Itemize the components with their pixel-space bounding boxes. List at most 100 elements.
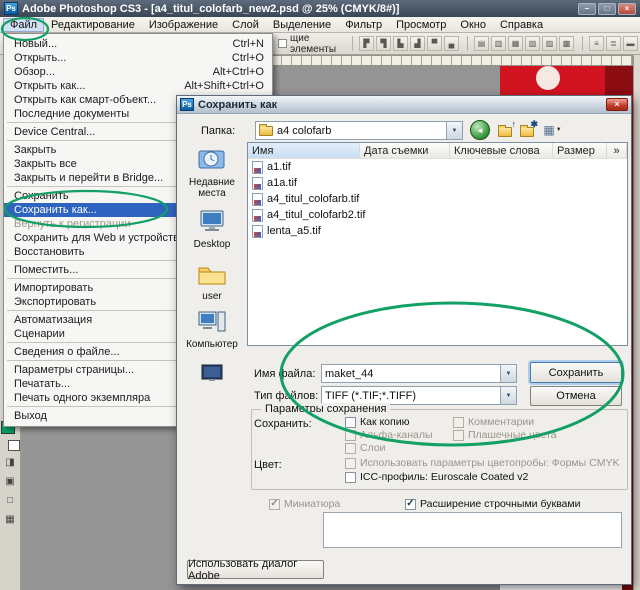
checkbox-box (453, 430, 464, 441)
dialog-title-bar[interactable]: Ps Сохранить как × (177, 96, 631, 114)
divider (582, 36, 583, 51)
file-row[interactable]: a4_titul_colofarb2.tif (248, 207, 627, 223)
place-desktop[interactable]: Desktop (181, 208, 243, 250)
column-keywords[interactable]: Ключевые слова (450, 143, 553, 158)
checkbox-box (453, 417, 464, 428)
checkbox-label: Комментарии (468, 416, 534, 428)
align-icon[interactable]: ▀ (427, 36, 442, 51)
menu-help[interactable]: Справка (493, 18, 550, 32)
checkbox-box (278, 39, 287, 48)
cancel-button[interactable]: Отмена (530, 386, 622, 406)
restore-button[interactable]: □ (598, 3, 616, 15)
file-name: a1a.tif (267, 177, 297, 189)
column-name[interactable]: Имя (248, 143, 360, 158)
distribute-icon[interactable]: ▧ (525, 36, 540, 51)
distribute-icon[interactable]: ▤ (474, 36, 489, 51)
dock-icon[interactable]: ▬ (623, 36, 638, 51)
place-computer[interactable]: Компьютер (181, 308, 243, 350)
title-bar[interactable]: Ps Adobe Photoshop CS3 - [a4_titul_colof… (0, 0, 640, 17)
distribute-icon[interactable]: ▥ (491, 36, 506, 51)
place-label: Компьютер (186, 339, 238, 350)
save-button[interactable]: Сохранить (530, 362, 622, 383)
menu-item-open[interactable]: Открыть...Ctrl+O (4, 51, 272, 65)
menu-item-new[interactable]: Новый...Ctrl+N (4, 37, 272, 51)
checkbox-box: ✓ (405, 499, 416, 510)
dock-icon[interactable]: ≡ (589, 36, 604, 51)
distribute-icon[interactable]: ▨ (542, 36, 557, 51)
column-date-taken[interactable]: Дата съемки (360, 143, 450, 158)
checkbox-label: Слои (360, 442, 386, 454)
file-row[interactable]: a1a.tif (248, 175, 627, 191)
menu-file[interactable]: Файл (3, 18, 44, 32)
views-icon[interactable]: ▦ ▼ (540, 120, 565, 140)
chevron-down-icon[interactable]: ▼ (500, 387, 516, 404)
file-name: a4_titul_colofarb2.tif (267, 209, 365, 221)
save-options-group-label: Параметры сохранения (261, 403, 390, 415)
align-icon[interactable]: ▄ (444, 36, 459, 51)
screen-mode-icon[interactable]: ▦ (2, 512, 19, 529)
checkbox-label: Использовать параметры цветопробы: Формы… (360, 457, 619, 469)
close-button[interactable]: × (618, 3, 636, 15)
screen-mode-icon[interactable]: □ (2, 493, 19, 510)
screen-mode-icon[interactable]: ▣ (2, 474, 19, 491)
new-folder-icon[interactable]: ✱ (518, 120, 538, 140)
menu-bar: Файл Редактирование Изображение Слой Выд… (0, 17, 640, 33)
folder-icon (259, 126, 273, 136)
menu-image[interactable]: Изображение (142, 18, 225, 32)
annotations-checkbox: Комментарии (453, 416, 534, 428)
quick-mask-icon[interactable]: ◨ (2, 455, 19, 472)
description-field[interactable] (323, 512, 622, 548)
align-icon[interactable]: ▛ (359, 36, 374, 51)
menu-item-browse[interactable]: Обзор...Alt+Ctrl+O (4, 65, 272, 79)
chevron-down-icon[interactable]: ▼ (446, 122, 462, 139)
checkbox-box (345, 443, 356, 454)
use-adobe-dialog-button[interactable]: Использовать диалог Adobe (187, 560, 324, 579)
filename-input[interactable]: maket_44 ▼ (321, 364, 517, 383)
folder-combo[interactable]: a4 colofarb ▼ (255, 121, 463, 140)
window-controls: – □ × (578, 3, 636, 15)
align-icon[interactable]: ▜ (376, 36, 391, 51)
file-list: Имя Дата съемки Ключевые слова Размер » … (247, 142, 628, 346)
up-folder-icon[interactable]: ↑ (496, 120, 516, 140)
column-size[interactable]: Размер (553, 143, 607, 158)
menu-filter[interactable]: Фильтр (338, 18, 389, 32)
menu-window[interactable]: Окно (453, 18, 493, 32)
align-icon[interactable]: ▟ (410, 36, 425, 51)
chevron-down-icon: ▼ (556, 127, 562, 133)
place-network[interactable] (181, 362, 243, 389)
dock-icon[interactable]: ≣ (606, 36, 621, 51)
chevron-down-icon[interactable]: ▼ (500, 365, 516, 382)
align-icon[interactable]: ▙ (393, 36, 408, 51)
file-row[interactable]: a4_titul_colofarb.tif (248, 191, 627, 207)
checkbox-box: ✓ (269, 499, 280, 510)
column-chevron[interactable]: » (607, 143, 627, 158)
distribute-icon[interactable]: ▩ (559, 36, 574, 51)
menu-layer[interactable]: Слой (225, 18, 266, 32)
recent-places-icon (197, 146, 227, 175)
menu-shortcut: Ctrl+N (233, 38, 264, 50)
file-row[interactable]: a1.tif (248, 159, 627, 175)
checkbox-label: ICC-профиль: Euroscale Coated v2 (360, 471, 528, 483)
menu-edit[interactable]: Редактирование (44, 18, 142, 32)
minimize-button[interactable]: – (578, 3, 596, 15)
place-user[interactable]: user (181, 262, 243, 302)
place-label: Desktop (194, 239, 231, 250)
file-row[interactable]: lenta_a5.tif (248, 223, 627, 239)
icc-profile-checkbox[interactable]: ICC-профиль: Euroscale Coated v2 (345, 471, 528, 483)
place-recent-places[interactable]: Недавние места (181, 146, 243, 199)
folder-combo-value: a4 colofarb (277, 125, 446, 137)
checkbox-box (345, 417, 356, 428)
as-copy-checkbox[interactable]: Как копию (345, 416, 409, 428)
menu-select[interactable]: Выделение (266, 18, 338, 32)
back-icon[interactable]: ◄ (470, 120, 490, 140)
checkbox-label: Миниатюра (284, 498, 340, 510)
menu-item-label: Открыть... (14, 52, 220, 64)
background-color-swatch[interactable] (8, 440, 20, 451)
menu-item-open-as[interactable]: Открыть как...Alt+Shift+Ctrl+O (4, 79, 272, 93)
distribute-icon[interactable]: ▦ (508, 36, 523, 51)
show-transform-controls-checkbox[interactable]: щие элементы (278, 33, 346, 55)
dialog-close-button[interactable]: × (606, 98, 628, 111)
lowercase-extension-checkbox[interactable]: ✓Расширение строчными буквами (405, 498, 580, 510)
vertical-scrollbar[interactable] (633, 55, 640, 590)
menu-view[interactable]: Просмотр (389, 18, 453, 32)
